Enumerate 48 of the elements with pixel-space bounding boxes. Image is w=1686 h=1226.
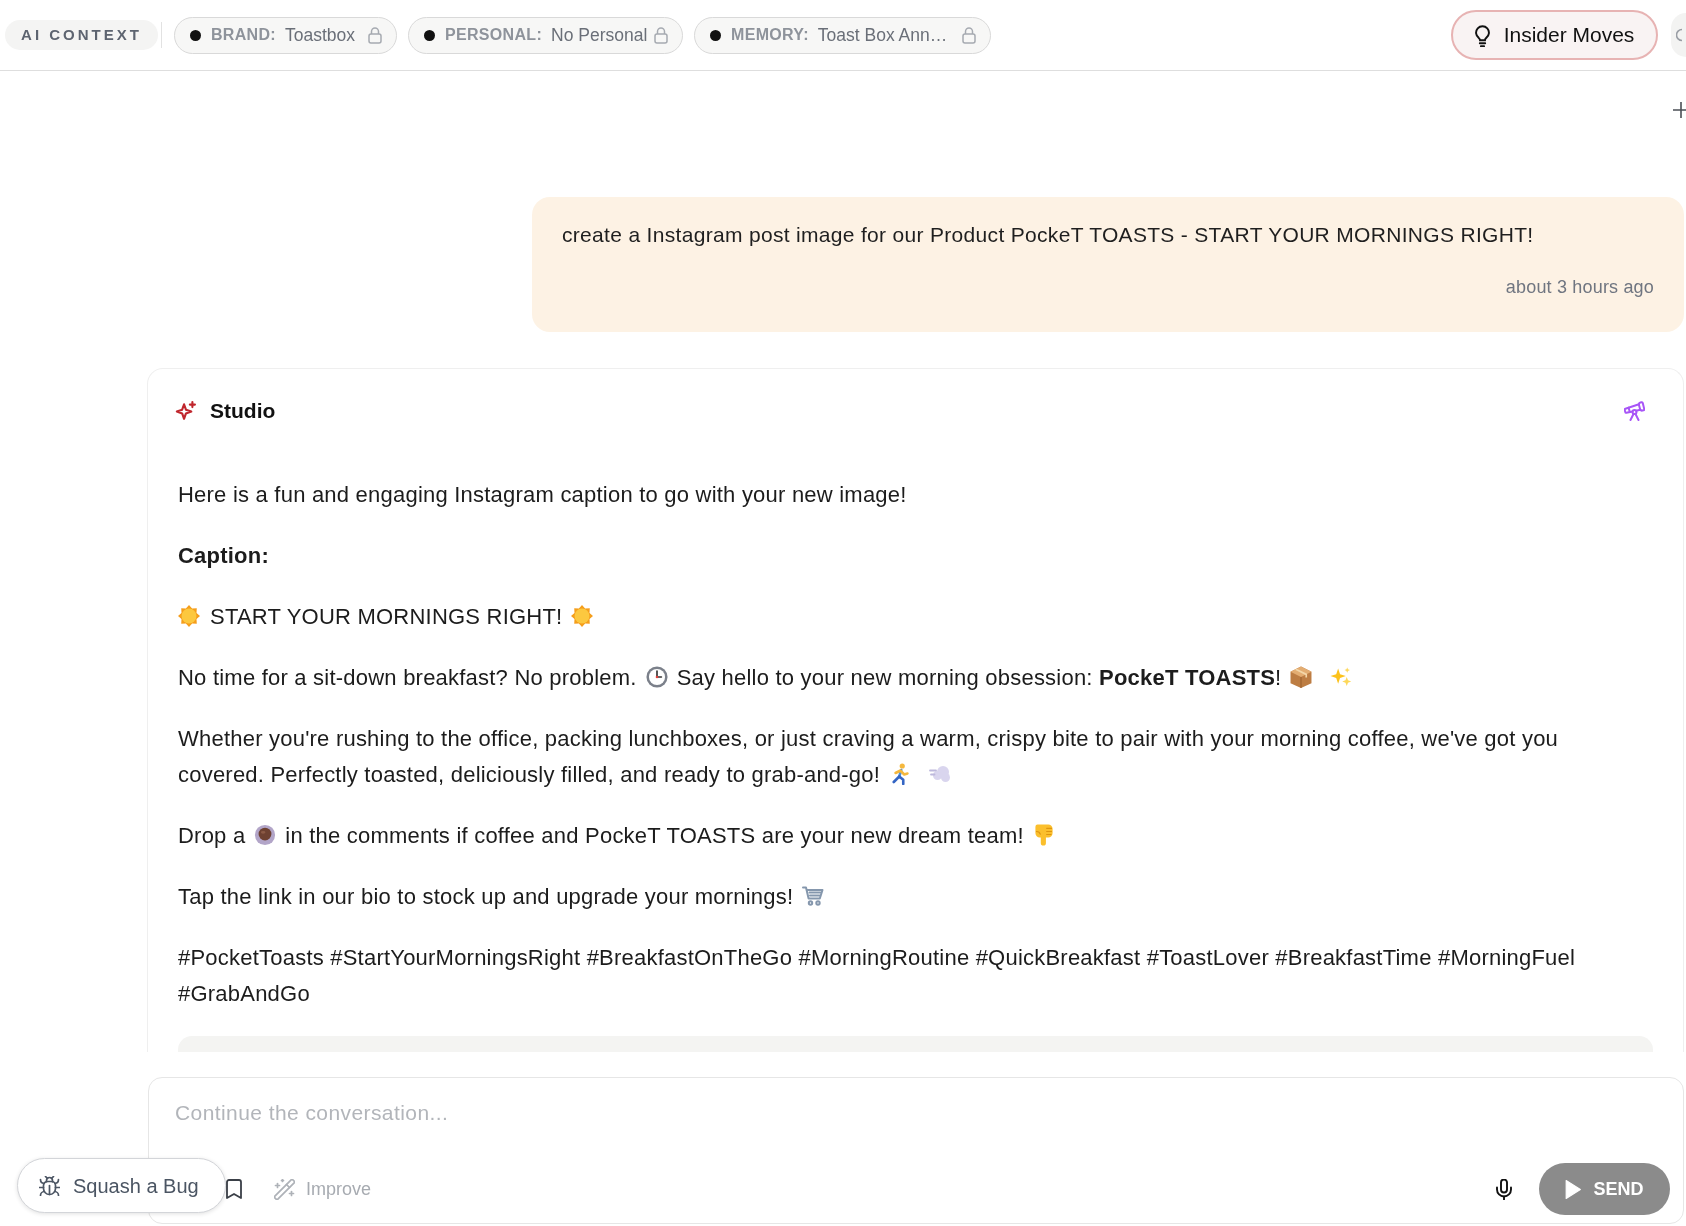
toolbar-button[interactable] <box>1671 13 1686 57</box>
caption-heading: Caption: <box>178 543 269 568</box>
chip-key-label: PERSONAL: <box>445 25 543 45</box>
context-label: AI CONTEXT <box>5 20 158 50</box>
sun-icon <box>178 605 200 628</box>
play-icon <box>1565 1179 1582 1199</box>
shopping-cart-icon <box>802 885 825 908</box>
bookmark-icon[interactable] <box>226 1179 242 1199</box>
paragraph-text: Whether you're rushing to the office, packing lunchboxes, or just craving a warm, crispy bite to pair with your morning coffee, we've got you <box>178 725 1559 753</box>
message-input[interactable]: Continue the conversation... <box>175 1099 1657 1127</box>
coffee-cup-icon <box>254 824 277 847</box>
paragraph-text: in the comments if coffee and PockeT TOASTS are your new dream team! <box>285 823 1024 848</box>
telescope-icon[interactable] <box>1624 401 1645 421</box>
pointing-hand-icon <box>1032 824 1055 847</box>
dot-icon <box>424 29 435 41</box>
paragraph-text: Tap the link in our bio to stock up and upgrade your mornings! <box>178 884 794 909</box>
lock-icon <box>962 26 976 44</box>
bug-icon <box>39 1175 60 1196</box>
dot-icon <box>710 29 721 41</box>
lightbulb-icon <box>1474 23 1490 47</box>
lock-icon <box>654 26 668 44</box>
paragraph-text: Here is a fun and engaging Instagram caption to go with your new image! <box>178 482 907 507</box>
clock-icon <box>645 666 668 689</box>
paragraph-text: Drop a <box>178 823 246 848</box>
package-icon <box>1290 666 1313 689</box>
chip-value: No Personal <box>551 23 648 47</box>
lock-icon <box>368 26 382 44</box>
chip-key-label: MEMORY: <box>731 25 809 45</box>
message-text: create a Instagram post image for our Product PockeT TOASTS - START YOUR MORNINGS RIGHT! <box>562 222 1535 248</box>
chip-value: Toastbox <box>285 23 356 47</box>
plus-icon[interactable] <box>1673 102 1686 118</box>
paragraph-text: Say hello to your new morning obsession: PockeT TOASTS! <box>676 665 1282 690</box>
paragraph-text: covered. Perfectly toasted, deliciously filled, and ready to grab-and-go! <box>178 762 881 787</box>
dot-icon <box>190 29 201 41</box>
magic-wand-icon <box>274 1178 295 1200</box>
paragraph-text: #PocketToasts #StartYourMorningsRight #BreakfastOnTheGo #MorningRoutine #QuickBreakfast #ToastLover #BreakfastTime #MorningFuel #GrabAndGo <box>178 945 1576 1006</box>
ring-icon <box>1676 28 1682 42</box>
insider-moves-button[interactable]: Insider Moves <box>1451 10 1658 60</box>
message-timestamp: about 3 hours ago <box>1505 276 1654 299</box>
chip-value: Toast Box Ann… <box>817 23 948 47</box>
chip-key-label: BRAND: <box>211 25 277 45</box>
paragraph-text: START YOUR MORNINGS RIGHT! <box>210 604 563 629</box>
sun-icon <box>571 605 594 628</box>
author-name: Studio <box>210 398 276 425</box>
sparkle-icon <box>175 401 197 421</box>
microphone-icon[interactable] <box>1496 1178 1512 1200</box>
paragraph-text: No time for a sit-down breakfast? No problem. <box>178 665 637 690</box>
squash-bug-button[interactable]: Squash a Bug <box>17 1158 226 1213</box>
